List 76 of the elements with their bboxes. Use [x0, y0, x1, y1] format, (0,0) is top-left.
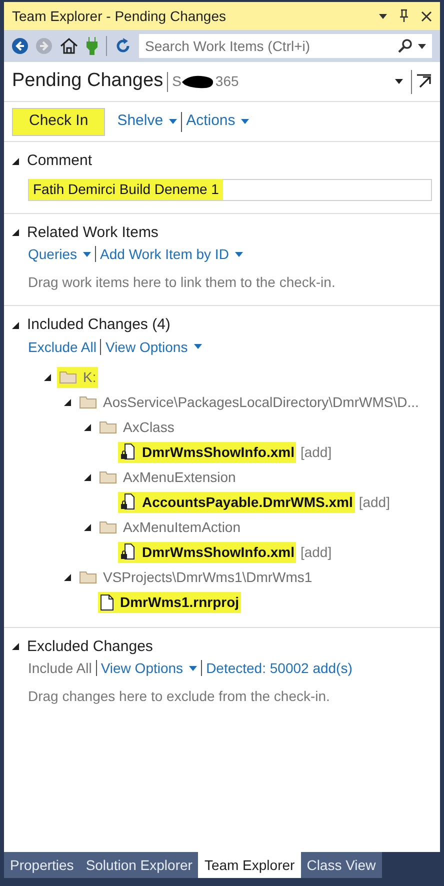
subtitle-text: S: [172, 72, 182, 91]
caret-icon: [395, 79, 403, 84]
tree-item[interactable]: AccountsPayable.DmrWMS.xml: [118, 492, 355, 512]
link[interactable]: Exclude All: [28, 336, 96, 356]
caret-icon: [418, 44, 426, 48]
expand-icon[interactable]: [84, 424, 91, 430]
change-tag: [add]: [300, 542, 332, 562]
back-icon[interactable]: [12, 38, 28, 54]
section-title: Excluded Changes: [27, 636, 153, 656]
locked-file-icon: [120, 543, 136, 561]
tree-item[interactable]: AxClass: [97, 416, 176, 438]
tree-item[interactable]: DmrWmsShowInfo.xml: [118, 542, 296, 562]
home-icon[interactable]: [60, 38, 78, 54]
expand-icon[interactable]: [64, 398, 71, 406]
panel-tab[interactable]: Properties: [4, 852, 80, 878]
section-title: Comment: [27, 151, 92, 171]
comment-field[interactable]: Fatih Demirci Build Deneme 1: [28, 178, 432, 200]
hint-text: Drag changes here to exclude from the check-in.: [28, 687, 331, 706]
expand-icon[interactable]: [84, 524, 91, 530]
locked-file-icon: [120, 443, 136, 461]
folder-icon: [79, 570, 97, 584]
expand-icon[interactable]: [44, 374, 51, 380]
folder-icon: [79, 395, 97, 409]
tree-item[interactable]: DmrWmsShowInfo.xml: [118, 442, 296, 462]
redaction-mark: [181, 74, 216, 90]
caret-icon: [169, 119, 178, 124]
section-title: Related Work Items: [27, 222, 158, 242]
tree-item[interactable]: AxMenuExtension: [97, 466, 238, 488]
panel-tab[interactable]: Solution Explorer: [80, 852, 198, 878]
file-icon: [100, 594, 114, 610]
caret-icon: [189, 666, 198, 670]
expand-icon[interactable]: [12, 158, 19, 165]
section-title: Included Changes (4): [27, 315, 170, 335]
expand-icon[interactable]: [84, 474, 91, 480]
expand-icon[interactable]: [12, 229, 19, 236]
tree-item[interactable]: K:: [57, 366, 98, 388]
comment-text: Fatih Demirci Build Deneme 1: [29, 179, 223, 200]
tree-item[interactable]: AosService\PackagesLocalDirectory\DmrWMS\D...: [77, 392, 421, 412]
folder-icon: [59, 370, 77, 384]
link[interactable]: Include All: [28, 658, 92, 678]
search-icon[interactable]: [398, 39, 412, 53]
caret-icon: [83, 252, 92, 256]
change-tag: [add]: [300, 442, 332, 462]
page-title: Pending Changes: [12, 69, 164, 94]
caret-icon: [379, 14, 387, 18]
panel-tab[interactable]: Team Explorer: [198, 852, 301, 878]
folder-icon: [99, 470, 117, 484]
window-title: Team Explorer - Pending Changes: [12, 6, 228, 26]
folder-icon: [99, 420, 117, 434]
link[interactable]: View Options: [105, 336, 202, 356]
tree-item[interactable]: VSProjects\DmrWms1\DmrWms1: [77, 566, 314, 588]
link[interactable]: Detected: 50002 add(s): [206, 658, 352, 678]
undock-icon[interactable]: [416, 74, 432, 90]
folder-icon: [99, 520, 117, 534]
locked-file-icon: [120, 493, 136, 511]
panel-tab[interactable]: Class View: [300, 852, 382, 878]
change-tag: [add]: [358, 492, 390, 512]
tree-item[interactable]: DmrWms1.rnrproj: [98, 592, 242, 612]
check-in-button[interactable]: Check In: [12, 108, 106, 136]
expand-icon[interactable]: [64, 574, 71, 580]
expand-icon[interactable]: [12, 643, 19, 650]
hint-text: Drag work items here to link them to the check-in.: [28, 273, 336, 292]
caret-icon: [241, 119, 250, 124]
subtitle-text: 365: [215, 72, 239, 91]
dropdown-link[interactable]: Shelve: [117, 110, 178, 133]
caret-icon: [234, 252, 243, 256]
dropdown-link[interactable]: Actions: [186, 110, 250, 133]
refresh-icon[interactable]: [115, 38, 131, 54]
caret-icon: [194, 344, 202, 349]
tree-item[interactable]: AxMenuItemAction: [97, 516, 242, 538]
link[interactable]: Queries: [28, 244, 92, 264]
close-icon[interactable]: [421, 10, 432, 22]
link[interactable]: View Options: [100, 658, 198, 678]
expand-icon[interactable]: [12, 322, 19, 329]
link[interactable]: Add Work Item by ID: [100, 244, 243, 264]
pin-icon[interactable]: [399, 9, 409, 23]
